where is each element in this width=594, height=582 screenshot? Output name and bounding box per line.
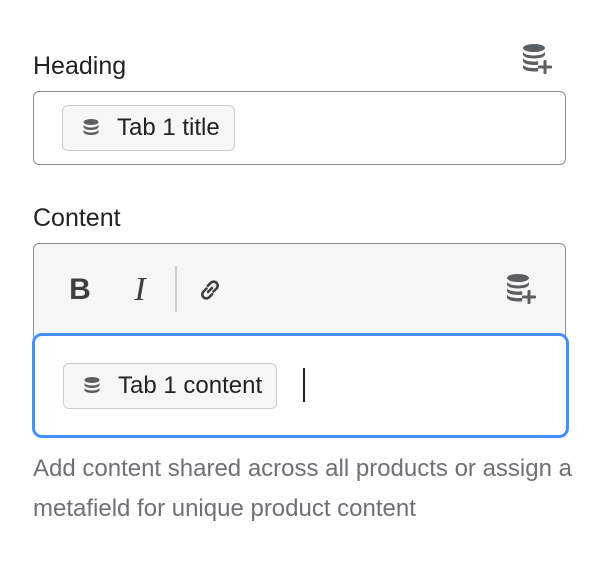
bold-button[interactable]: B — [56, 266, 104, 314]
rich-text-toolbar: B I — [33, 243, 566, 337]
italic-button[interactable]: I — [116, 266, 164, 314]
content-label: Content — [33, 204, 121, 232]
toolbar-divider — [175, 266, 177, 312]
content-help-text: Add content shared across all products o… — [33, 455, 572, 522]
database-plus-icon — [504, 272, 538, 306]
content-pill-label: Tab 1 content — [118, 372, 263, 399]
content-editor[interactable]: Tab 1 content — [32, 333, 569, 438]
heading-dynamic-source-pill[interactable]: Tab 1 title — [62, 105, 235, 151]
link-button[interactable] — [186, 266, 234, 314]
heading-label: Heading — [33, 52, 127, 80]
bold-label: B — [69, 273, 91, 306]
text-caret — [303, 368, 305, 402]
database-plus-icon — [520, 42, 554, 76]
content-dynamic-source-pill[interactable]: Tab 1 content — [63, 363, 278, 409]
link-icon — [196, 276, 224, 304]
database-icon — [80, 374, 104, 398]
italic-label: I — [134, 271, 146, 308]
database-icon — [79, 116, 103, 140]
heading-input[interactable]: Tab 1 title — [33, 91, 566, 165]
heading-pill-label: Tab 1 title — [117, 114, 220, 141]
heading-connect-dynamic-source-button[interactable] — [520, 42, 554, 76]
content-connect-dynamic-source-button[interactable] — [504, 272, 538, 306]
